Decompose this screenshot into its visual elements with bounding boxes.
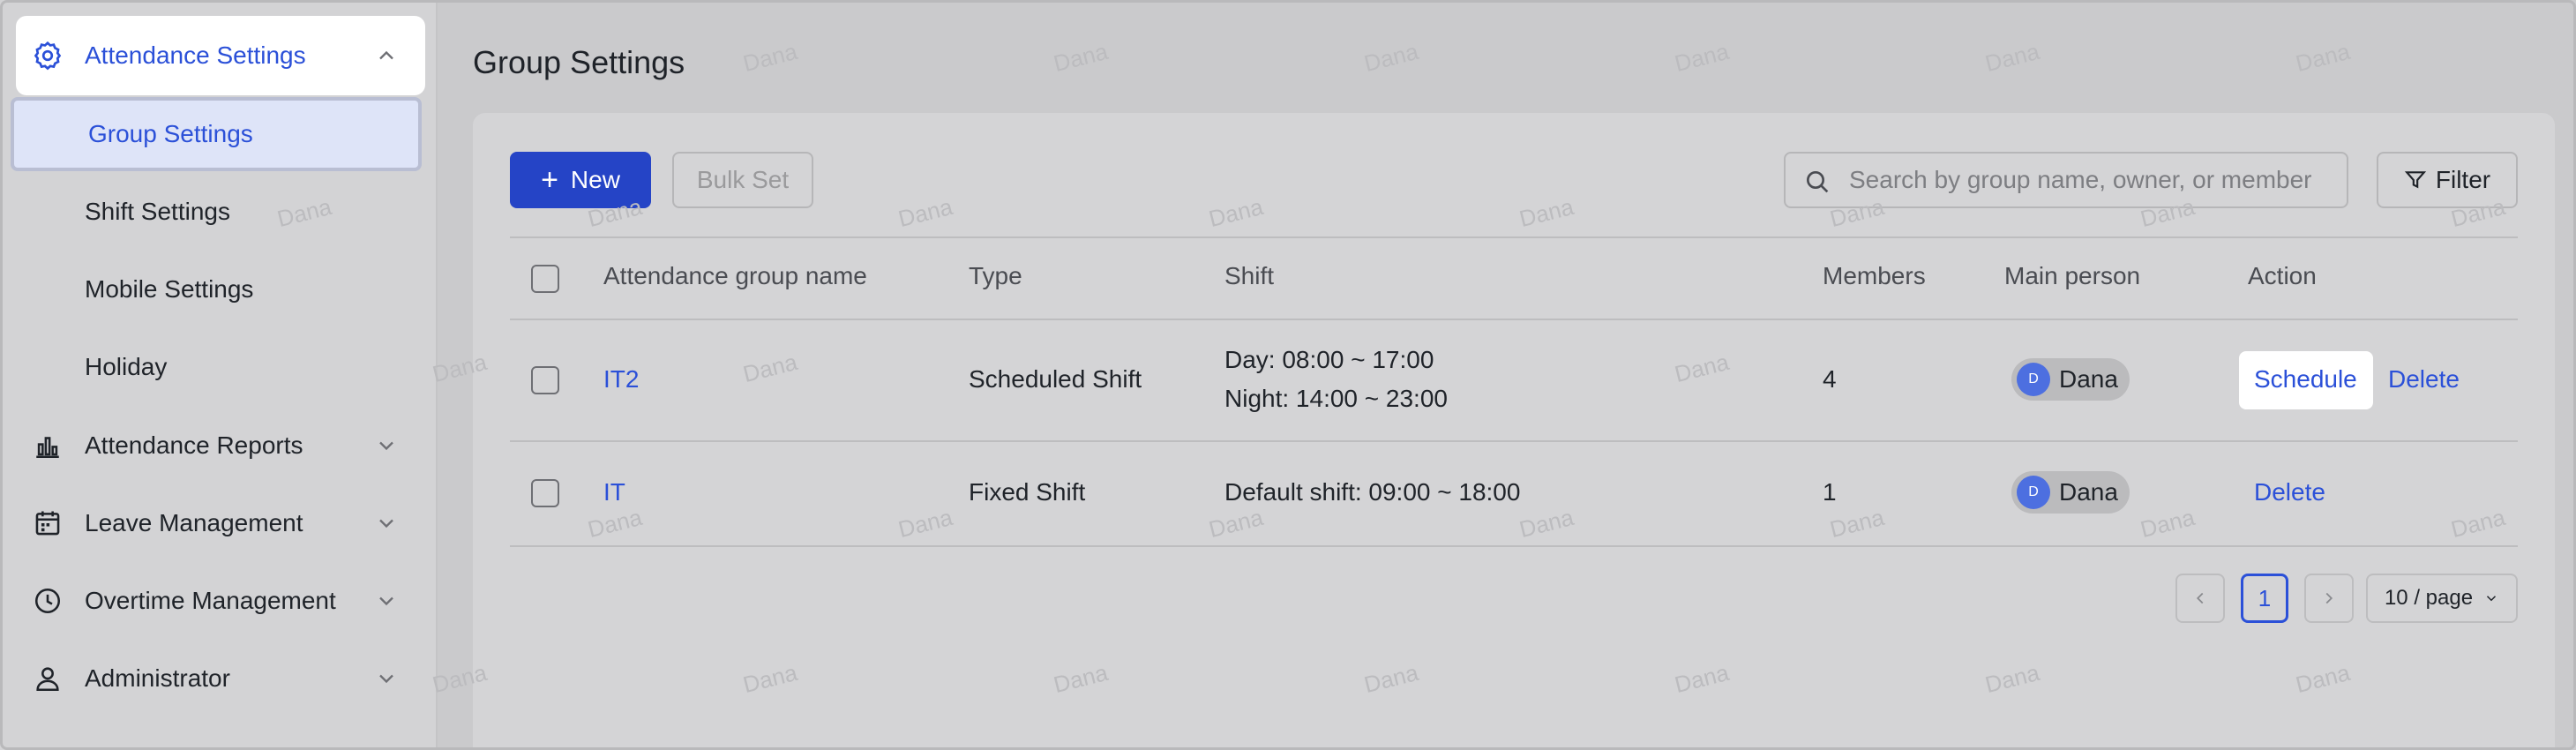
column-header-type: Type xyxy=(969,262,1022,289)
watermark: Dana xyxy=(740,37,800,78)
column-header-shift: Shift xyxy=(1224,262,1275,289)
nav-attendance-settings[interactable]: Attendance Settings xyxy=(16,16,425,95)
chevron-left-icon xyxy=(2196,592,2204,604)
header-divider xyxy=(510,319,2518,320)
nav-leave-management[interactable]: Leave Management xyxy=(16,484,425,563)
bulk-set-label: Bulk Set xyxy=(696,166,790,193)
nav-shift-settings[interactable]: Shift Settings xyxy=(11,175,422,249)
nav-group-settings[interactable]: Group Settings xyxy=(11,97,422,171)
table-top-divider xyxy=(510,236,2518,238)
column-header-members: Members xyxy=(1823,262,1926,289)
column-header-main-person: Main person xyxy=(2004,262,2141,289)
bulk-set-button[interactable]: Bulk Set xyxy=(672,152,813,208)
type-cell: Fixed Shift xyxy=(969,478,1086,506)
members-cell: 1 xyxy=(1823,478,1837,506)
nav-label: Holiday xyxy=(85,353,168,380)
row-checkbox[interactable] xyxy=(531,366,559,394)
column-header-action: Action xyxy=(2248,262,2317,289)
page-number-current[interactable]: 1 xyxy=(2241,574,2288,623)
nav-overtime-management[interactable]: Overtime Management xyxy=(16,561,425,641)
prev-page-button[interactable] xyxy=(2175,574,2225,623)
nav-label: Administrator xyxy=(85,664,230,692)
filter-icon xyxy=(2404,171,2427,189)
calendar-icon xyxy=(30,506,65,541)
watermark: Dana xyxy=(1672,37,1732,78)
main-person-tag[interactable]: D Dana xyxy=(2011,358,2130,401)
plus-icon: + xyxy=(541,163,558,197)
new-button[interactable]: + New xyxy=(510,152,651,208)
type-cell: Scheduled Shift xyxy=(969,365,1142,393)
avatar: D xyxy=(2017,363,2050,396)
nav-label: Attendance Settings xyxy=(85,41,306,69)
user-icon xyxy=(30,661,65,696)
main-person-tag[interactable]: D Dana xyxy=(2011,471,2130,514)
clock-icon xyxy=(30,583,65,619)
page-title: Group Settings xyxy=(473,44,685,80)
content-card xyxy=(473,113,2555,750)
nav-attendance-reports[interactable]: Attendance Reports xyxy=(16,406,425,485)
group-name-link[interactable]: IT2 xyxy=(603,365,639,394)
row-checkbox[interactable] xyxy=(531,479,559,507)
chevron-down-icon xyxy=(379,596,393,606)
row-divider xyxy=(510,440,2518,442)
group-name-link[interactable]: IT xyxy=(603,478,625,506)
nav-label: Leave Management xyxy=(85,509,303,536)
select-all-checkbox[interactable] xyxy=(531,265,559,293)
page-size-label: 10 / page xyxy=(2384,586,2474,610)
filter-label: Filter xyxy=(2435,166,2491,193)
person-name: Dana xyxy=(2059,365,2118,393)
nav-label: Mobile Settings xyxy=(85,275,254,303)
filter-button[interactable]: Filter xyxy=(2377,152,2518,208)
nav-administrator[interactable]: Administrator xyxy=(16,639,425,718)
column-header-name: Attendance group name xyxy=(603,262,867,289)
search-input[interactable]: Search by group name, owner, or member xyxy=(1784,152,2348,208)
chevron-down-icon xyxy=(379,519,393,529)
next-page-button[interactable] xyxy=(2304,574,2354,623)
nav-label: Overtime Management xyxy=(85,587,336,614)
delete-link[interactable]: Delete xyxy=(2254,478,2325,506)
schedule-link[interactable]: Schedule xyxy=(2254,365,2357,394)
shift-cell-line1: Default shift: 09:00 ~ 18:00 xyxy=(1224,478,1521,506)
delete-link[interactable]: Delete xyxy=(2388,365,2460,394)
watermark: Dana xyxy=(2293,37,2353,78)
gear-icon xyxy=(30,38,65,73)
person-name: Dana xyxy=(2059,478,2118,506)
shift-cell-line1: Day: 08:00 ~ 17:00 xyxy=(1224,346,1434,373)
chevron-down-icon xyxy=(379,674,393,684)
watermark: Dana xyxy=(1051,37,1111,78)
chevron-up-icon xyxy=(379,50,393,60)
nav-label: Attendance Reports xyxy=(85,431,303,459)
nav-holiday[interactable]: Holiday xyxy=(11,330,422,404)
shift-cell-line2: Night: 14:00 ~ 23:00 xyxy=(1224,385,1448,412)
search-icon xyxy=(1807,171,1829,193)
nav-mobile-settings[interactable]: Mobile Settings xyxy=(11,252,422,326)
chevron-down-icon xyxy=(2487,596,2497,602)
sidebar: Attendance Settings Group Settings Shift… xyxy=(0,0,438,750)
chevron-down-icon xyxy=(379,441,393,451)
new-button-label: New xyxy=(570,166,620,193)
watermark: Dana xyxy=(1982,37,2042,78)
bar-chart-icon xyxy=(30,428,65,463)
watermark: Dana xyxy=(1361,37,1421,78)
table-bottom-divider xyxy=(510,545,2518,547)
members-cell: 4 xyxy=(1823,365,1837,393)
page-size-select[interactable]: 10 / page xyxy=(2366,574,2518,623)
nav-label: Shift Settings xyxy=(85,198,230,225)
search-placeholder: Search by group name, owner, or member xyxy=(1849,166,2312,193)
nav-label: Group Settings xyxy=(88,120,253,147)
avatar: D xyxy=(2017,476,2050,509)
chevron-right-icon xyxy=(2325,592,2333,604)
